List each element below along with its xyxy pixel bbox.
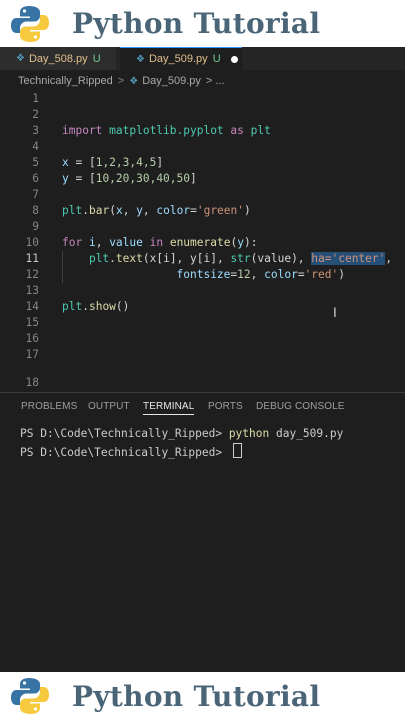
- breadcrumb-folder[interactable]: Technically_Ripped: [18, 75, 113, 87]
- line-number: 14: [25, 300, 39, 313]
- line-number: 8: [32, 204, 39, 217]
- tab-day-509[interactable]: ❖ Day_509.py U: [120, 47, 242, 70]
- line-number: 18: [25, 376, 39, 389]
- terminal-line[interactable]: PS D:\Code\Technically_Ripped>: [20, 443, 242, 459]
- python-file-icon: ❖: [136, 53, 145, 65]
- code-text: fontsize=12, color='red'): [176, 268, 345, 281]
- line-number: 2: [32, 108, 39, 121]
- code-text: for i, value in enumerate(y):: [62, 236, 258, 249]
- line-number: 11: [25, 252, 39, 265]
- terminal-prompt: PS D:\Code\Technically_Ripped>: [20, 427, 229, 440]
- line-number: 9: [32, 220, 39, 233]
- bottom-panel: PROBLEMS OUTPUT TERMINAL PORTS DEBUG CON…: [0, 392, 405, 673]
- line-number: 7: [32, 188, 39, 201]
- terminal-prompt: PS D:\Code\Technically_Ripped>: [20, 446, 229, 459]
- tab-status: U: [212, 53, 221, 65]
- tab-label: Day_509.py: [148, 53, 208, 65]
- python-logo-icon: [11, 5, 49, 42]
- line-number: 3: [32, 124, 39, 137]
- code-line: 13: [0, 283, 405, 299]
- breadcrumb: Technically_Ripped > ❖ Day_509.py > ...: [18, 72, 225, 90]
- indent-guide: [62, 251, 63, 283]
- code-editor[interactable]: 1 2 3 import matplotlib.pyplot as plt 4 5…: [0, 90, 405, 392]
- code-line: 8 plt.bar(x, y, color='green'): [0, 203, 405, 219]
- editor-tab-bar: ❖ Day_508.py U ❖ Day_509.py U: [0, 47, 405, 70]
- code-line: 9: [0, 219, 405, 235]
- code-text: plt.text(x[i], y[i], str(value), ha='cen…: [88, 252, 393, 265]
- terminal-command: python: [228, 427, 270, 440]
- code-line: 4: [0, 139, 405, 155]
- bottom-banner: Python Tutorial: [0, 672, 405, 720]
- python-file-icon: ❖: [129, 75, 139, 87]
- tab-output[interactable]: OUTPUT: [88, 401, 130, 412]
- code-line: 12 fontsize=12, color='red'): [0, 267, 405, 283]
- tab-ports[interactable]: PORTS: [208, 401, 243, 412]
- breadcrumb-file[interactable]: Day_509.py: [142, 75, 201, 87]
- line-number: 10: [25, 236, 39, 249]
- code-line: 7: [0, 187, 405, 203]
- line-number: 1: [32, 92, 39, 105]
- code-line: 2: [0, 107, 405, 123]
- code-text: x = [1,2,3,4,5]: [62, 156, 164, 169]
- code-line: 6 y = [10,20,30,40,50]: [0, 171, 405, 187]
- code-text: plt.bar(x, y, color='green'): [62, 204, 251, 217]
- tab-terminal[interactable]: TERMINAL: [143, 401, 195, 415]
- tab-debug-console[interactable]: DEBUG CONSOLE: [256, 401, 345, 412]
- code-text: y = [10,20,30,40,50]: [62, 172, 197, 185]
- line-number: 12: [25, 268, 39, 281]
- selected-text: ha='center': [311, 252, 386, 265]
- line-number: 15: [25, 316, 39, 329]
- python-file-icon: ❖: [16, 53, 25, 64]
- code-line: 17: [0, 347, 405, 363]
- line-number: 6: [32, 172, 39, 185]
- code-line: 10 for i, value in enumerate(y):: [0, 235, 405, 251]
- banner-title: Python Tutorial: [72, 7, 321, 40]
- code-line-active: 11 plt.text(x[i], y[i], str(value), ha='…: [0, 251, 405, 267]
- unsaved-dot-icon[interactable]: [230, 55, 238, 63]
- line-number: 5: [32, 156, 39, 169]
- code-line: 5 x = [1,2,3,4,5]: [0, 155, 405, 171]
- python-logo-icon: [11, 678, 49, 714]
- mouse-cursor-icon: Ⅰ: [333, 306, 337, 321]
- code-text: import matplotlib.pyplot as plt: [62, 124, 271, 137]
- code-line: 18: [0, 375, 405, 392]
- code-line: 14 plt.show(): [0, 299, 405, 315]
- banner-title: Python Tutorial: [72, 679, 321, 713]
- terminal-args: day_509.py: [269, 427, 344, 440]
- tab-problems[interactable]: PROBLEMS: [21, 401, 77, 412]
- breadcrumb-more[interactable]: > ...: [206, 75, 225, 87]
- line-number: 4: [32, 140, 39, 153]
- code-line: 3 import matplotlib.pyplot as plt: [0, 123, 405, 139]
- breadcrumb-separator: >: [117, 75, 125, 87]
- panel-tab-bar: PROBLEMS OUTPUT TERMINAL PORTS DEBUG CON…: [0, 401, 405, 419]
- tab-day-508[interactable]: ❖ Day_508.py U: [0, 47, 116, 70]
- code-line: 16: [0, 331, 405, 347]
- code-line: 15: [0, 315, 405, 331]
- tab-status: U: [92, 52, 101, 65]
- code-text: plt.show(): [62, 300, 130, 313]
- top-banner: Python Tutorial: [0, 0, 405, 47]
- line-number: 13: [25, 284, 39, 297]
- tab-label: Day_508.py: [28, 52, 88, 65]
- line-number: 17: [25, 348, 39, 361]
- terminal-line[interactable]: PS D:\Code\Technically_Ripped> python da…: [20, 427, 343, 440]
- line-number: 16: [25, 332, 39, 345]
- terminal-cursor: [232, 443, 242, 458]
- code-line: 1: [0, 91, 405, 107]
